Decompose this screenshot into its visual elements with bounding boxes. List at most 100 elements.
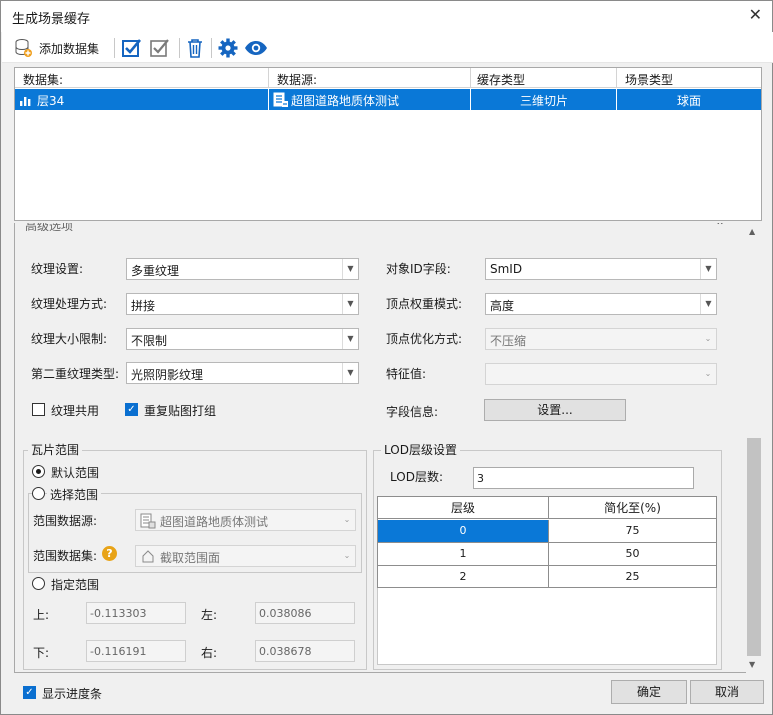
lod-level-cell[interactable]: 1	[378, 543, 549, 565]
gear-icon	[218, 38, 238, 58]
show-progress-label: 显示进度条	[42, 687, 103, 701]
advanced-header-clip: 高级选项 ⌃	[15, 223, 746, 231]
left-label: 左:	[201, 608, 218, 622]
chevron-down-icon: ⌄	[343, 515, 351, 524]
lod-table: 层级 简化至(%) 0 75 1 50 2 25	[377, 496, 717, 588]
settings-button[interactable]	[217, 35, 239, 61]
column-header-cache-type[interactable]: 缓存类型	[471, 68, 617, 88]
range-datasource-value: 超图道路地质体测试	[160, 515, 269, 529]
select-range-radio[interactable]	[32, 487, 45, 500]
lod-simplify-cell[interactable]: 75	[549, 520, 716, 542]
title-bar: 生成场景缓存 ✕	[1, 1, 772, 32]
texture-setting-value: 多重纹理	[131, 264, 180, 278]
object-id-label: 对象ID字段:	[386, 262, 451, 276]
preview-button[interactable]	[244, 35, 268, 61]
column-header-dataset[interactable]: 数据集:	[15, 68, 269, 88]
object-id-combo[interactable]: SmID ▼	[485, 258, 717, 280]
cancel-button[interactable]: 取消	[690, 680, 764, 704]
cell-divider	[268, 89, 269, 110]
column-header-scene-type[interactable]: 场景类型	[617, 68, 761, 88]
help-icon[interactable]: ?	[102, 546, 117, 561]
second-texture-combo[interactable]: 光照阴影纹理 ▼	[126, 362, 359, 384]
show-progress-checkbox[interactable]: ✓	[23, 686, 36, 699]
repeat-tile-label: 重复贴图打组	[144, 404, 217, 418]
table-row[interactable]: 1 50	[378, 543, 716, 566]
scroll-up-icon[interactable]: ▲	[749, 227, 755, 236]
scrollbar-thumb[interactable]	[747, 438, 761, 656]
datasource-icon	[273, 92, 288, 107]
table-row[interactable]: 层34 超图道路地质体测试 三维切片 球面	[15, 89, 761, 110]
settings-dialog-button[interactable]: 设置...	[484, 399, 626, 421]
chevron-down-icon: ⌄	[704, 369, 712, 378]
chevron-down-icon: ⌄	[704, 334, 712, 343]
cell-cache-type: 三维切片	[519, 94, 568, 108]
select-range-label: 选择范围	[47, 486, 102, 503]
feature-label: 特征值:	[386, 367, 427, 381]
texture-size-value: 不限制	[131, 334, 168, 348]
select-all-button[interactable]	[121, 35, 143, 61]
texture-setting-combo[interactable]: 多重纹理 ▼	[126, 258, 359, 280]
toolbar-separator	[179, 38, 180, 58]
chevron-down-icon: ▼	[342, 259, 358, 279]
column-header-datasource[interactable]: 数据源:	[269, 68, 471, 88]
add-dataset-label: 添加数据集	[39, 41, 100, 56]
feature-combo: ⌄	[485, 363, 717, 385]
lod-table-empty-area	[377, 588, 717, 665]
chevron-down-icon: ▼	[342, 294, 358, 314]
invert-select-icon	[150, 39, 169, 57]
bottom-label: 下:	[33, 646, 50, 660]
invert-select-button[interactable]	[149, 35, 171, 61]
dialog-window: 生成场景缓存 ✕ 添加数据集 数据集: 数据源: 缓存类型 场景类型 层34 超…	[0, 0, 773, 715]
chevron-down-icon: ▼	[342, 363, 358, 383]
texture-process-label: 纹理处理方式:	[31, 297, 108, 311]
close-icon[interactable]: ✕	[749, 5, 762, 24]
lod-simplify-cell[interactable]: 25	[549, 566, 716, 588]
lod-level-cell[interactable]: 2	[378, 566, 549, 588]
layer-chart-icon	[20, 97, 31, 106]
left-value-field: 0.038086	[255, 602, 355, 624]
vertex-weight-combo[interactable]: 高度 ▼	[485, 293, 717, 315]
lod-header-simplify[interactable]: 简化至(%)	[549, 497, 716, 519]
delete-button[interactable]	[185, 35, 205, 61]
vertex-weight-value: 高度	[490, 299, 515, 313]
texture-process-value: 拼接	[131, 299, 156, 313]
toolbar: 添加数据集	[2, 32, 773, 63]
texture-share-checkbox[interactable]	[32, 403, 45, 416]
vertex-weight-label: 顶点权重模式:	[386, 297, 463, 311]
range-datasource-combo: 超图道路地质体测试 ⌄	[135, 509, 356, 531]
cell-datasource: 超图道路地质体测试	[291, 94, 400, 108]
lod-level-cell[interactable]: 0	[378, 520, 549, 542]
polygon-icon	[142, 550, 154, 563]
vertical-scrollbar[interactable]: ▲ ▼	[746, 223, 762, 673]
collapse-icon[interactable]: ⌃	[715, 223, 725, 231]
texture-process-combo[interactable]: 拼接 ▼	[126, 293, 359, 315]
lod-header-level[interactable]: 层级	[378, 497, 549, 519]
lod-simplify-cell[interactable]: 50	[549, 543, 716, 565]
add-dataset-button[interactable]: 添加数据集	[13, 35, 99, 61]
eye-icon	[245, 41, 267, 55]
repeat-tile-checkbox[interactable]: ✓	[125, 403, 138, 416]
dataset-grid: 数据集: 数据源: 缓存类型 场景类型 层34 超图道路地质体测试 三维切片 球…	[14, 67, 762, 221]
default-range-radio[interactable]	[32, 465, 45, 478]
database-add-icon	[15, 39, 32, 57]
specify-range-label: 指定范围	[51, 578, 100, 592]
cell-dataset: 层34	[37, 94, 65, 108]
texture-size-combo[interactable]: 不限制 ▼	[126, 328, 359, 350]
trash-icon	[188, 39, 202, 58]
top-value-field: -0.113303	[86, 602, 186, 624]
range-datasource-label: 范围数据源:	[33, 514, 98, 528]
object-id-value: SmID	[490, 262, 523, 276]
table-row[interactable]: 2 25	[378, 566, 716, 589]
lod-count-input[interactable]: 3	[473, 467, 694, 489]
default-range-label: 默认范围	[51, 466, 100, 480]
chevron-down-icon: ▼	[700, 294, 716, 314]
scroll-down-icon[interactable]: ▼	[749, 660, 755, 669]
ok-button[interactable]: 确定	[611, 680, 687, 704]
specify-range-radio[interactable]	[32, 577, 45, 590]
vertex-optimize-combo: 不压缩 ⌄	[485, 328, 717, 350]
table-row[interactable]: 0 75	[378, 520, 716, 543]
top-label: 上:	[33, 608, 50, 622]
chevron-down-icon: ⌄	[343, 551, 351, 560]
range-dataset-value: 截取范围面	[160, 551, 221, 565]
range-dataset-label: 范围数据集:	[33, 549, 98, 563]
